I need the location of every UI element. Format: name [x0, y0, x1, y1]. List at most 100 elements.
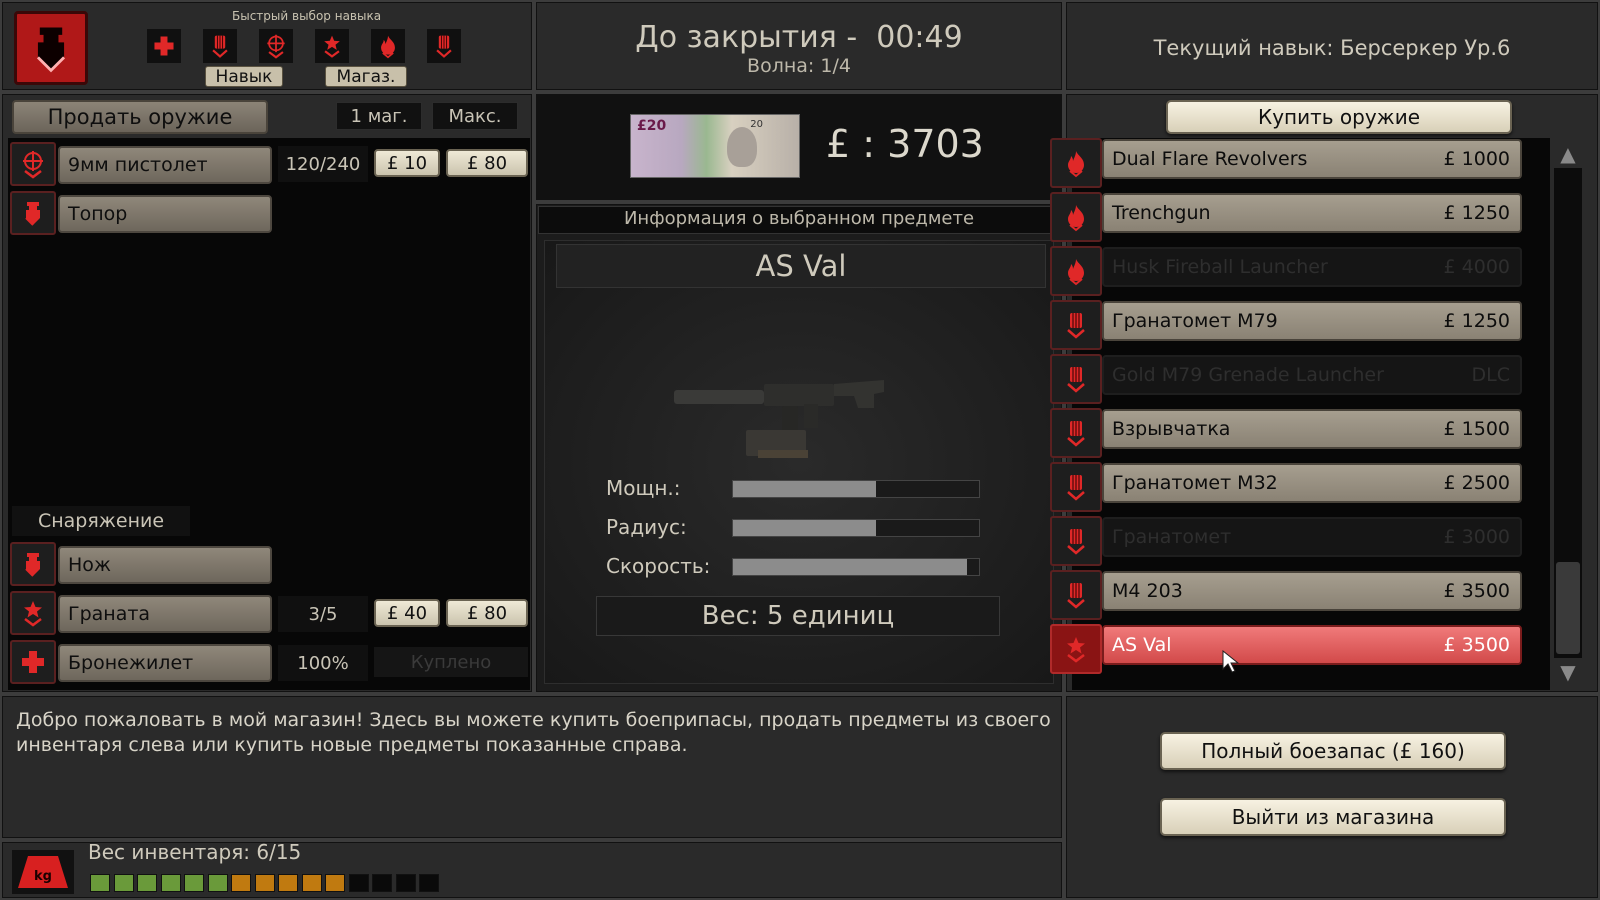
buy-item-bar[interactable]: Гранатомет M79 £ 1250	[1102, 301, 1522, 341]
quick-skill-demolitions[interactable]	[427, 29, 461, 63]
buy-item-bar[interactable]: Gold M79 Grenade Launcher DLC	[1102, 355, 1522, 395]
star-icon	[319, 33, 345, 59]
buy-item-bar[interactable]: Гранатомет M32 £ 2500	[1102, 463, 1522, 503]
buy-item-name: M4 203	[1112, 580, 1183, 602]
flame-icon	[1061, 148, 1091, 178]
buy-item-name: Husk Fireball Launcher	[1112, 256, 1328, 278]
banknote-corner: 20	[750, 119, 763, 130]
grenade-fist-icon	[1061, 472, 1091, 502]
buy-item-name: Гранатомет M32	[1112, 472, 1278, 494]
sell-item-pistol[interactable]: 9мм пистолет	[58, 146, 272, 184]
buy-item-row[interactable]: Гранатомет M79 £ 1250	[1050, 298, 1526, 350]
buy-mag-grenade-button[interactable]: £ 40	[374, 599, 440, 627]
star-icon	[1061, 634, 1091, 664]
buy-item-row[interactable]: Husk Fireball Launcher £ 4000	[1050, 244, 1526, 296]
buy-item-name: AS Val	[1112, 634, 1172, 656]
full-ammo-button[interactable]: Полный боезапас (£ 160)	[1160, 732, 1506, 770]
buy-item-row[interactable]: Gold M79 Grenade Launcher DLC	[1050, 352, 1526, 404]
grenade-fist-icon	[1061, 526, 1091, 556]
equip-armor-icon-box	[10, 640, 56, 684]
kg-label: kg	[34, 869, 52, 884]
weight-segment	[137, 874, 157, 892]
grenade-fist-icon	[431, 33, 457, 59]
buy-item-name: Взрывчатка	[1112, 418, 1231, 440]
buy-mag-pistol-button[interactable]: £ 10	[374, 149, 440, 177]
medic-cross-icon	[151, 33, 177, 59]
tab-shop[interactable]: Магаз.	[325, 66, 407, 87]
buy-item-icon-box	[1050, 408, 1102, 458]
top-left-panel: Быстрый выбор навыка Навык Магаз.	[0, 0, 534, 92]
buy-max-grenade-button[interactable]: £ 80	[446, 599, 528, 627]
weight-segment	[207, 874, 228, 892]
support-icon	[207, 33, 233, 59]
buy-scrollbar[interactable]: ▲ ▼	[1554, 140, 1582, 686]
buy-item-price: £ 3000	[1443, 526, 1510, 548]
buy-item-price: £ 1500	[1443, 418, 1510, 440]
buy-item-row[interactable]: AS Val £ 3500	[1050, 622, 1526, 674]
quick-skill-firebug[interactable]	[371, 29, 405, 63]
buy-max-pistol-button[interactable]: £ 80	[446, 149, 528, 177]
perk-badge[interactable]	[14, 11, 88, 85]
countdown-label: До закрытия - 00:49	[635, 20, 963, 55]
equip-armor[interactable]: Бронежилет	[58, 644, 272, 682]
buy-item-bar[interactable]: Dual Flare Revolvers £ 1000	[1102, 139, 1522, 179]
countdown-panel: До закрытия - 00:49 Волна: 1/4	[534, 0, 1064, 92]
buy-item-price: £ 3500	[1443, 580, 1510, 602]
buy-item-row[interactable]: Trenchgun £ 1250	[1050, 190, 1526, 242]
current-skill-label: Текущий навык: Берсеркер Ур.6	[1153, 36, 1511, 60]
scroll-thumb[interactable]	[1556, 562, 1580, 654]
tab-skill[interactable]: Навык	[205, 66, 283, 87]
weight-segment	[395, 874, 416, 892]
buy-item-icon-box	[1050, 192, 1102, 242]
fist-icon	[18, 549, 48, 579]
scroll-up-arrow[interactable]: ▲	[1554, 140, 1582, 168]
weight-segment	[231, 874, 251, 892]
equip-knife[interactable]: Нож	[58, 546, 272, 584]
sell-item-axe[interactable]: Топор	[58, 195, 272, 233]
buy-item-row[interactable]: Взрывчатка £ 1500	[1050, 406, 1526, 458]
buy-item-bar[interactable]: Взрывчатка £ 1500	[1102, 409, 1522, 449]
quick-skill-support[interactable]	[203, 29, 237, 63]
buy-item-row[interactable]: Гранатомет £ 3000	[1050, 514, 1526, 566]
item-info-title: Информация о выбранном предмете	[623, 208, 975, 229]
grenade-fist-icon	[1061, 310, 1091, 340]
buy-item-price: £ 2500	[1443, 472, 1510, 494]
buy-item-bar[interactable]: Husk Fireball Launcher £ 4000	[1102, 247, 1522, 287]
buy-item-icon-box	[1050, 516, 1102, 566]
buy-item-bar[interactable]: M4 203 £ 3500	[1102, 571, 1522, 611]
flame-icon	[1061, 256, 1091, 286]
stat-power-bar	[732, 480, 980, 498]
buy-item-name: Trenchgun	[1112, 202, 1211, 224]
wave-label: Волна: 1/4	[747, 55, 851, 77]
banknote-stack: £20 20	[630, 114, 800, 178]
equip-grenade[interactable]: Граната	[58, 595, 272, 633]
buy-item-row[interactable]: M4 203 £ 3500	[1050, 568, 1526, 620]
kg-badge: kg	[12, 850, 74, 894]
stat-power-label: Мощн.:	[606, 476, 681, 500]
weight-segment	[301, 874, 322, 892]
buy-item-bar[interactable]: Гранатомет £ 3000	[1102, 517, 1522, 557]
weight-segment	[278, 874, 298, 892]
equipment-title: Снаряжение	[12, 506, 190, 536]
scroll-down-arrow[interactable]: ▼	[1554, 658, 1582, 686]
exit-shop-button[interactable]: Выйти из магазина	[1160, 798, 1506, 836]
stat-speed-label: Скорость:	[606, 554, 711, 578]
quick-skill-medic[interactable]	[147, 29, 181, 63]
weapon-preview-image	[674, 380, 884, 458]
buy-item-price: DLC	[1471, 364, 1510, 386]
selected-item-name: AS Val	[556, 244, 1046, 288]
buy-item-icon-box	[1050, 138, 1102, 188]
quick-skill-commando[interactable]	[315, 29, 349, 63]
weight-segment	[113, 874, 134, 892]
weight-segment	[254, 874, 275, 892]
buy-item-name: Dual Flare Revolvers	[1112, 148, 1308, 170]
buy-item-bar[interactable]: Trenchgun £ 1250	[1102, 193, 1522, 233]
buy-item-row[interactable]: Гранатомет M32 £ 2500	[1050, 460, 1526, 512]
sell-item-pistol-ammo: 120/240	[278, 146, 368, 182]
buy-item-bar[interactable]: AS Val £ 3500	[1102, 625, 1522, 665]
buy-item-row[interactable]: Dual Flare Revolvers £ 1000	[1050, 136, 1526, 188]
equip-grenade-icon-box	[10, 591, 56, 635]
buy-item-name: Гранатомет M79	[1112, 310, 1278, 332]
stat-speed-bar	[732, 558, 980, 576]
quick-skill-sharpshooter[interactable]	[259, 29, 293, 63]
